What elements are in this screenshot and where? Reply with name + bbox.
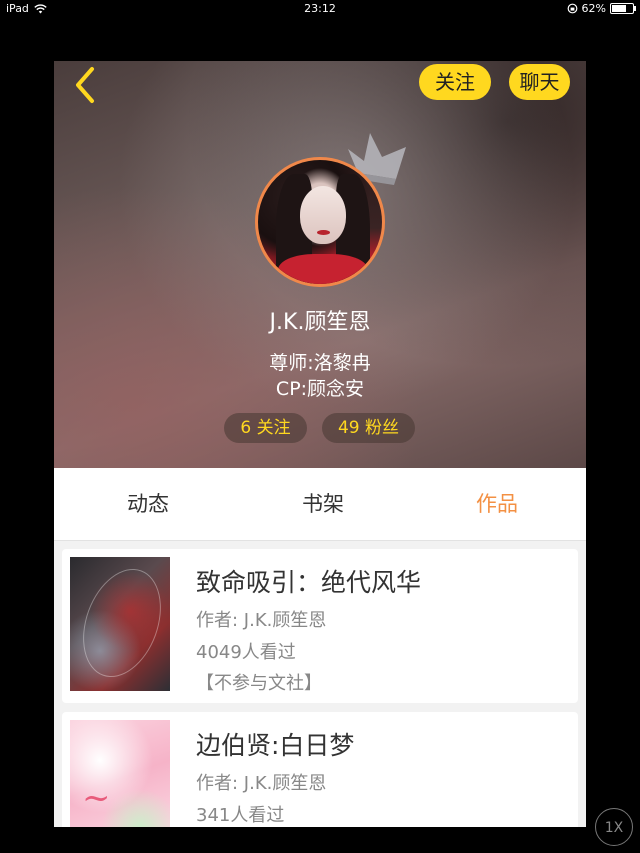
battery-percent: 62% [581,2,606,15]
app-screen: 关注 聊天 J.K.顾笙恩 尊师:洛黎冉 CP:顾念安 6 关注 49 粉丝 动… [54,61,586,827]
book-title: 致命吸引：绝代风华 [196,568,422,597]
zoom-toggle-button[interactable]: 1X [595,808,633,846]
book-views: 4049人看过 [196,642,296,663]
book-views: 341人看过 [196,805,285,826]
book-card[interactable]: 致命吸引：绝代风华 作者: J.K.顾笙恩 4049人看过 【不参与文社】 [62,549,578,703]
status-right: 62% [567,2,636,15]
chat-button[interactable]: 聊天 [509,64,570,100]
orientation-lock-icon [567,3,577,14]
status-time: 23:12 [304,2,336,15]
tab-activity[interactable]: 动态 [88,468,208,540]
following-count-badge[interactable]: 6 关注 [224,413,307,443]
back-arrow-icon[interactable] [68,65,108,105]
cp-label: CP:顾念安 [275,378,365,400]
book-author: 作者: J.K.顾笙恩 [196,610,327,631]
battery-icon [610,3,636,14]
tab-works[interactable]: 作品 [437,468,557,540]
profile-tabs: 动态 书架 作品 [54,468,586,541]
book-card[interactable]: ~ 边伯贤:白日梦 作者: J.K.顾笙恩 341人看过 [62,712,578,827]
book-cover-image [70,557,170,691]
tab-bookshelf[interactable]: 书架 [263,468,383,540]
mentor-label: 尊师:洛黎冉 [269,352,371,374]
book-author: 作者: J.K.顾笙恩 [196,773,327,794]
username: J.K.顾笙恩 [269,310,371,335]
fans-count-badge[interactable]: 49 粉丝 [322,413,415,443]
book-title: 边伯贤:白日梦 [196,731,355,760]
profile-header: 关注 聊天 J.K.顾笙恩 尊师:洛黎冉 CP:顾念安 6 关注 49 粉丝 [54,61,586,468]
book-tag: 【不参与文社】 [196,673,322,694]
follow-button[interactable]: 关注 [419,64,491,100]
avatar[interactable] [255,157,385,287]
book-cover-image: ~ [70,720,170,827]
status-bar: iPad 23:12 62% [0,0,640,18]
